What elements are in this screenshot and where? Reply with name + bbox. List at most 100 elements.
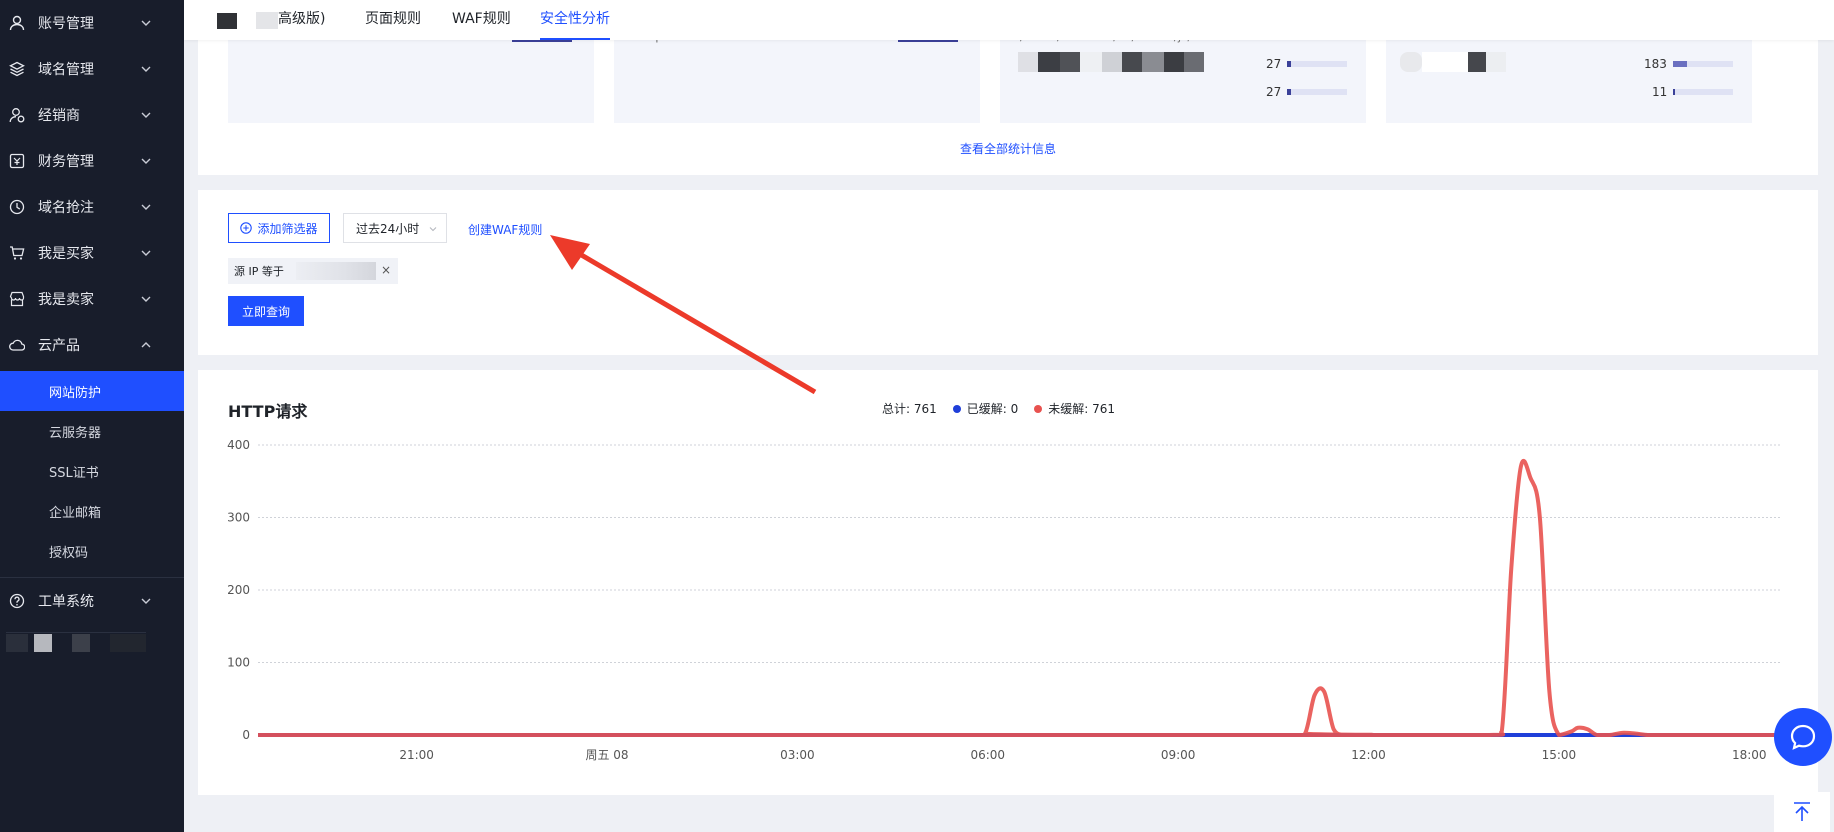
tab-product[interactable]: 高级版) [278,0,325,40]
blurred-user-info [6,632,146,652]
cloud-submenu: 网站防护 云服务器 SSL证书 企业邮箱 授权码 [0,371,184,571]
close-icon[interactable]: × [381,263,391,277]
masked-status [1400,52,1520,72]
nav-label: 我是卖家 [38,292,94,308]
nav-label: 财务管理 [38,154,94,170]
masked-path [1018,52,1218,72]
tab-security-analysis[interactable]: 安全性分析 [540,0,610,40]
http-requests-chart: 0 100 200 300 400 21:00 周五 08 03:00 06:00 09:00 12… [227,438,1781,762]
sidebar: 账号管理 域名管理 经销商 财务管理 域名抢注 我是买家 我是卖家 云产品 网站… [0,0,184,832]
tab-label: 安全性分析 [540,11,610,27]
stats-bar [1287,89,1348,95]
select-value: 过去24小时 [356,221,420,236]
chevron-down-icon [141,296,151,302]
masked-logo [217,13,237,29]
chevron-down-icon [141,66,151,72]
stats-row: 27 [1266,56,1348,72]
view-all-stats-link[interactable]: 查看全部统计信息 [198,140,1818,157]
nav-cloud[interactable]: 云产品 [0,322,184,368]
query-button[interactable]: 立即查询 [228,296,304,326]
nav-ticket[interactable]: 工单系统 [0,577,184,623]
x-tick-label: 21:00 [399,748,434,762]
user-icon [8,14,26,32]
top-tab-bar: 高级版) 页面规则 WAF规则 安全性分析 [184,0,1834,40]
time-range-select[interactable]: 过去24小时 [343,213,447,243]
nav-label: 经销商 [38,108,80,124]
nav-snapback[interactable]: 域名抢注 [0,184,184,230]
chat-button[interactable] [1774,708,1832,766]
cloud-icon [8,336,26,354]
clock-icon [8,198,26,216]
stats-bar [511,40,572,42]
stats-bar [1287,61,1348,67]
nav-buyer[interactable]: 我是买家 [0,230,184,276]
link-label: 创建WAF规则 [468,223,543,237]
tab-waf-rules[interactable]: WAF规则 [452,0,511,40]
sidebar-item-site-protection[interactable]: 网站防护 [0,371,184,411]
cart-icon [8,244,26,262]
chevron-down-icon [141,250,151,256]
back-to-top-button[interactable] [1774,792,1830,832]
stats-panel-status: 200 OK 561 183 11 [1386,29,1752,123]
button-label: 立即查询 [241,304,290,319]
tab-page-rules[interactable]: 页面规则 [365,0,421,40]
stats-count: 11 [1652,85,1668,99]
stats-bar [897,40,958,42]
filter-tag: 源 IP 等于 × [228,258,398,284]
tag-label: 源 IP 等于 [234,265,284,278]
x-tick-label: 09:00 [1161,748,1196,762]
series-line-unmitigated [258,458,1781,737]
stats-count: 27 [1266,85,1282,99]
sidebar-item-license[interactable]: 授权码 [0,531,184,571]
sub-label: 网站防护 [49,385,102,401]
store-icon [8,290,26,308]
y-tick-label: 400 [227,438,250,452]
layers-icon [8,60,26,78]
stats-count: 183 [1644,57,1667,71]
chevron-down-icon [141,158,151,164]
chevron-down-icon [429,227,437,232]
create-waf-rule-link[interactable]: 创建WAF规则 [468,221,542,238]
sidebar-item-mail[interactable]: 企业邮箱 [0,491,184,531]
y-tick-label: 200 [227,583,250,597]
stats-row: 11 [1652,84,1734,100]
nav-domain[interactable]: 域名管理 [0,46,184,92]
y-tick-label: 100 [227,656,250,670]
nav-label: 账号管理 [38,16,94,32]
x-tick-label: 03:00 [780,748,815,762]
x-tick-label: 18:00 [1732,748,1767,762]
chevron-up-icon [141,342,151,348]
stats-row: 27 [1266,84,1348,100]
finance-icon [8,152,26,170]
stats-card: 223.180.44.204 761 shop.xtimes.cn 761 /s… [198,29,1818,175]
filter-card: 添加筛选器 过去24小时 创建WAF规则 源 IP 等于 × 立即查询 [198,190,1818,355]
stats-row: 183 [1644,56,1733,72]
x-tick-label: 15:00 [1542,748,1577,762]
sidebar-item-ssl[interactable]: SSL证书 [0,451,184,491]
x-tick-label: 周五 08 [585,748,628,762]
nav-account[interactable]: 账号管理 [0,0,184,46]
sidebar-item-cloud-server[interactable]: 云服务器 [0,411,184,451]
tab-label: 页面规则 [365,11,421,27]
nav-label: 域名管理 [38,62,94,78]
sub-label: 云服务器 [49,425,102,441]
nav-dealer[interactable]: 经销商 [0,92,184,138]
nav-seller[interactable]: 我是卖家 [0,276,184,322]
add-filter-button[interactable]: 添加筛选器 [228,213,330,243]
chevron-down-icon [141,204,151,210]
y-tick-label: 0 [242,728,250,742]
arrow-up-icon [1794,802,1810,821]
y-tick-label: 300 [227,511,250,525]
stats-count: 27 [1266,57,1282,71]
chat-icon [1790,724,1816,750]
http-requests-card: HTTP请求 总计: 761 已缓解: 0 未缓解: 761 0 100 200 30… [198,370,1818,795]
masked-domain [256,12,278,29]
help-icon [8,592,26,610]
stats-bar [1672,61,1733,67]
button-label: 添加筛选器 [257,221,318,236]
nav-label: 域名抢注 [38,200,94,216]
nav-finance[interactable]: 财务管理 [0,138,184,184]
chevron-down-icon [141,598,151,604]
tab-label: 高级版) [278,11,326,27]
sub-label: SSL证书 [49,465,99,481]
